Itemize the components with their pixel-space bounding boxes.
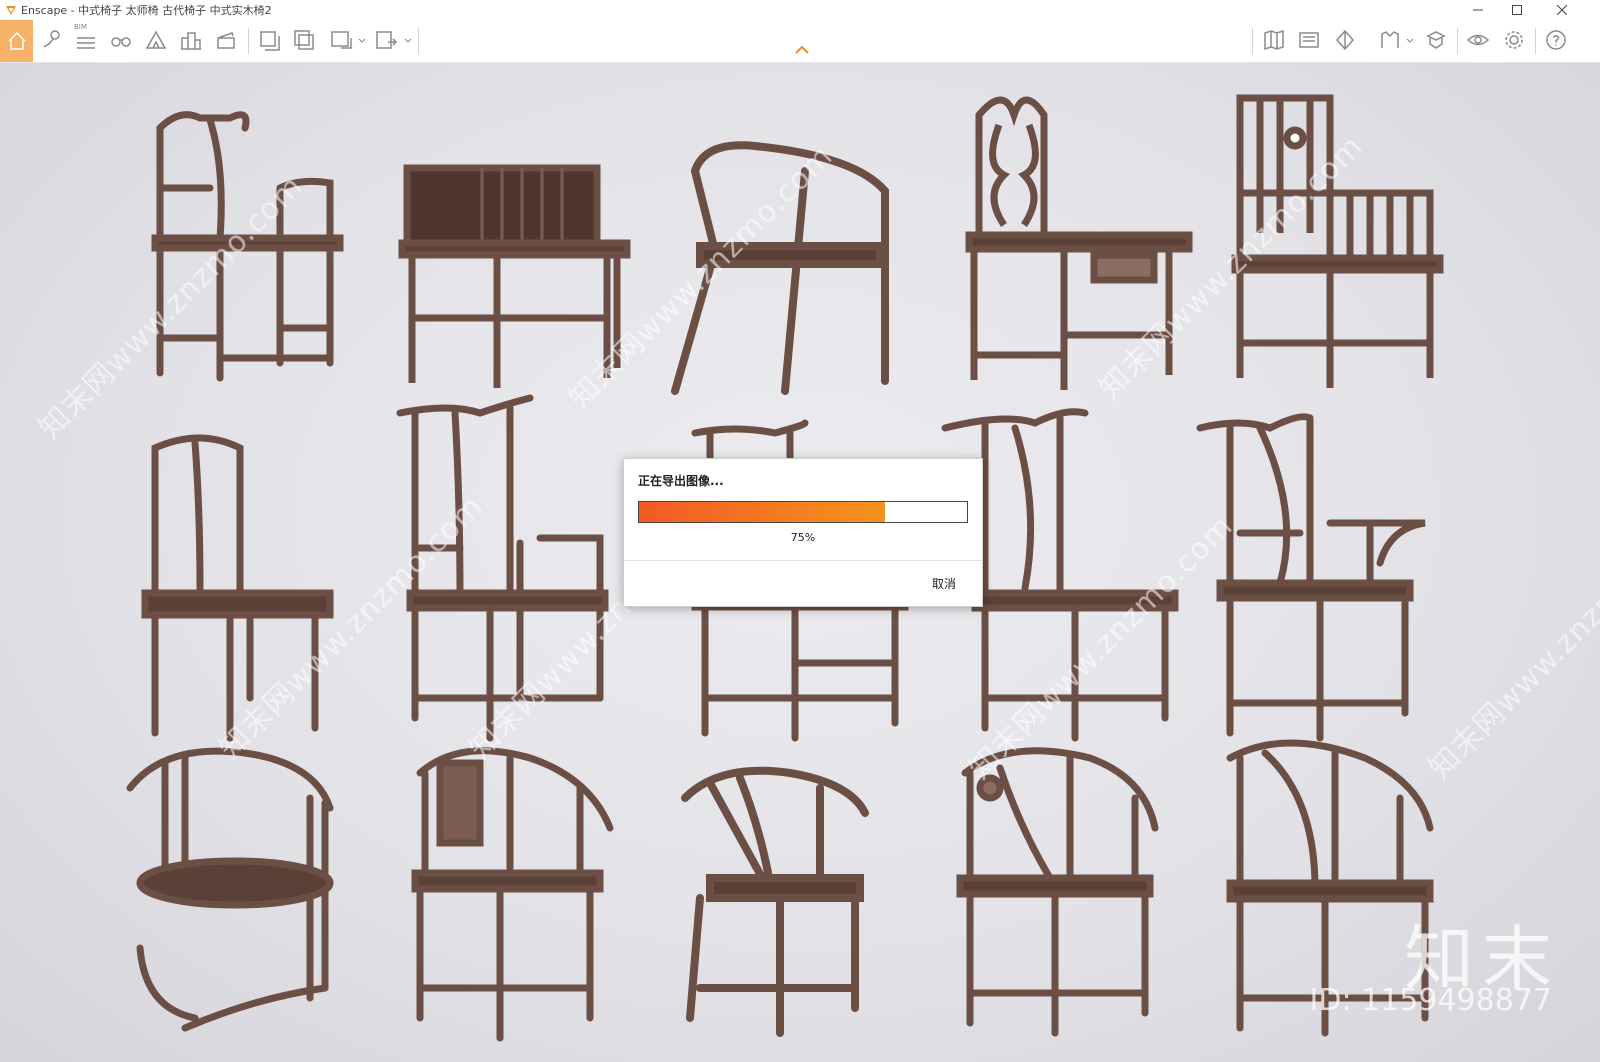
bim-label: BIM bbox=[74, 23, 87, 31]
mountain-icon bbox=[145, 30, 167, 49]
panorama-button[interactable] bbox=[325, 24, 357, 56]
home-icon bbox=[7, 31, 26, 50]
watermark-text: 知末网www.znzmo.com bbox=[1422, 508, 1600, 787]
map-icon bbox=[1264, 29, 1284, 51]
view-management-button[interactable] bbox=[1329, 24, 1361, 56]
asset-library-icon bbox=[1426, 31, 1446, 49]
video-editor-button[interactable] bbox=[1293, 24, 1325, 56]
toolbar-separator bbox=[1252, 28, 1253, 54]
chevron-down-icon[interactable] bbox=[1405, 34, 1415, 46]
chair-render-12 bbox=[410, 747, 615, 1047]
render-image-button[interactable] bbox=[253, 24, 285, 56]
toolbar-separator bbox=[1535, 28, 1536, 54]
chevron-down-icon[interactable] bbox=[357, 34, 367, 46]
enscape-logo-icon bbox=[6, 6, 16, 15]
chair-render-13 bbox=[680, 766, 880, 1047]
dialog-title: 正在导出图像... bbox=[638, 474, 724, 488]
export-progress-bar bbox=[638, 501, 968, 523]
title-bar: Enscape - 中式椅子 太师椅 古代椅子 中式实木椅2 bbox=[0, 0, 1600, 20]
material-button[interactable] bbox=[1374, 24, 1406, 56]
help-button[interactable] bbox=[1540, 24, 1572, 56]
video-editor-icon bbox=[1299, 32, 1319, 48]
chair-render-11 bbox=[125, 747, 340, 1052]
bim-list-icon bbox=[77, 37, 95, 49]
window-title: Enscape - 中式椅子 太师椅 古代椅子 中式实木椅2 bbox=[21, 4, 272, 17]
map-button[interactable] bbox=[1258, 24, 1290, 56]
batch-render-button[interactable] bbox=[288, 24, 320, 56]
maximize-icon bbox=[1512, 5, 1522, 15]
close-button[interactable] bbox=[1542, 0, 1582, 20]
help-icon bbox=[1546, 30, 1566, 50]
chevron-down-icon[interactable] bbox=[403, 34, 413, 46]
asset-library-button[interactable] bbox=[1420, 24, 1452, 56]
close-icon bbox=[1557, 5, 1567, 15]
cancel-button[interactable]: 取消 bbox=[932, 575, 956, 592]
toolbar-separator bbox=[418, 28, 419, 54]
maximize-button[interactable] bbox=[1497, 0, 1537, 20]
city-button[interactable] bbox=[175, 24, 207, 56]
movie-button[interactable] bbox=[210, 24, 242, 56]
walk-mode-button[interactable] bbox=[105, 24, 137, 56]
minimize-icon bbox=[1473, 9, 1483, 11]
binoculars-icon bbox=[111, 37, 131, 47]
chair-render-14 bbox=[956, 747, 1160, 1042]
export-progress-dialog: 正在导出图像... 75% 取消 bbox=[623, 458, 983, 607]
visual-settings-button[interactable] bbox=[1462, 24, 1494, 56]
gear-icon bbox=[1505, 31, 1523, 49]
toolbar-separator bbox=[1457, 28, 1458, 54]
place-icon bbox=[43, 30, 60, 48]
toolbar-separator bbox=[248, 28, 249, 54]
bim-button[interactable]: BIM bbox=[70, 23, 102, 56]
atmosphere-button[interactable] bbox=[140, 24, 172, 56]
screenshot-icon bbox=[260, 31, 280, 51]
id-watermark: ID: 1159498877 bbox=[1309, 983, 1552, 1018]
exe-export-button[interactable] bbox=[370, 24, 402, 56]
buildings-icon bbox=[181, 32, 201, 50]
batch-render-icon bbox=[294, 30, 314, 50]
panorama-360-icon bbox=[331, 31, 352, 49]
collapse-toolbar-chevron-up-icon[interactable] bbox=[794, 44, 810, 56]
place-button[interactable] bbox=[36, 24, 68, 56]
minimize-button[interactable] bbox=[1458, 0, 1498, 20]
material-icon bbox=[1381, 31, 1399, 48]
toolbar: BIM bbox=[0, 20, 1600, 63]
clapperboard-icon bbox=[217, 32, 235, 49]
exe-export-icon bbox=[376, 31, 398, 49]
home-button[interactable] bbox=[0, 20, 33, 62]
view-management-icon bbox=[1335, 29, 1355, 51]
chair-render-10 bbox=[1196, 413, 1430, 747]
progress-fill bbox=[639, 502, 885, 522]
progress-percent: 75% bbox=[790, 531, 816, 544]
dialog-divider bbox=[624, 560, 982, 561]
visual-settings-icon bbox=[1466, 34, 1490, 46]
settings-button[interactable] bbox=[1498, 24, 1530, 56]
